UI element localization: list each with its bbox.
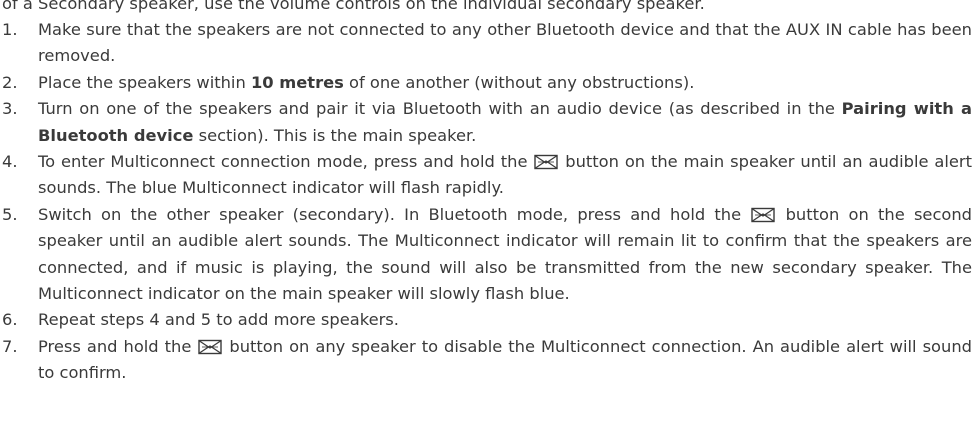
step-number: 1.	[2, 20, 18, 39]
step-text: Place the speakers within	[38, 72, 251, 92]
step-number: 5.	[2, 204, 18, 224]
step-4: 4. To enter Multiconnect connection mode,…	[2, 149, 972, 202]
step-number: 7.	[2, 336, 18, 356]
step-6: 6. Repeat steps 4 and 5 to add more speak…	[2, 307, 972, 333]
step-text: Make sure that the speakers are not conn…	[38, 20, 972, 66]
step-text: Repeat steps 4 and 5 to add more speaker…	[38, 310, 399, 330]
step-text: section). This is the main speaker.	[193, 125, 477, 145]
instruction-steps: 1. Make sure that the speakers are not co…	[2, 17, 972, 387]
multiconnect-icon	[534, 154, 559, 170]
step-2: 2. Place the speakers within 10 metres of…	[2, 70, 972, 96]
distance-emphasis: 10 metres	[250, 72, 344, 92]
multiconnect-icon	[751, 207, 776, 223]
step-3: 3. Turn on one of the speakers and pair i…	[2, 96, 972, 149]
multiconnect-icon	[198, 339, 223, 355]
step-number: 2.	[2, 72, 18, 92]
step-number: 6.	[2, 310, 18, 330]
step-text: of one another (without any obstructions…	[343, 72, 695, 92]
step-text: Press and hold the	[38, 336, 198, 356]
step-5: 5. Switch on the other speaker (secondary…	[2, 202, 972, 308]
step-text: Switch on the other speaker (secondary).…	[38, 204, 751, 224]
step-text: To enter Multiconnect connection mode, p…	[38, 152, 534, 172]
intro-line: of a Secondary speaker, use the volume c…	[2, 0, 705, 13]
step-1: 1. Make sure that the speakers are not co…	[2, 17, 972, 70]
step-number: 3.	[2, 99, 18, 119]
step-text: Turn on one of the speakers and pair it …	[38, 99, 842, 119]
step-7: 7. Press and hold the button on any speak…	[2, 334, 972, 387]
step-number: 4.	[2, 152, 18, 172]
